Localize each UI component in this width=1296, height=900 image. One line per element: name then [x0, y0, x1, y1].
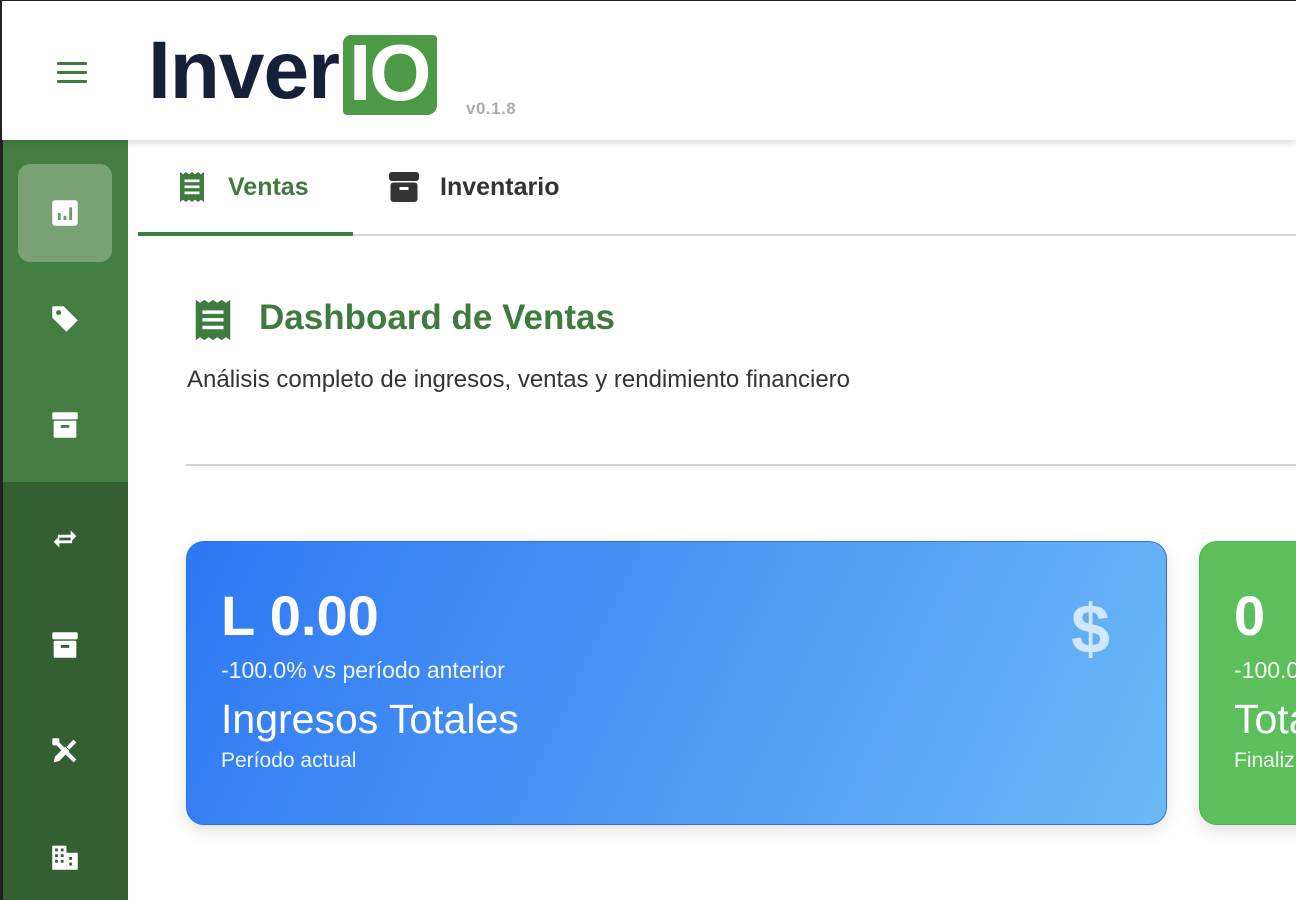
receipt-icon	[180, 172, 204, 202]
stat-delta: -100.0	[1234, 657, 1296, 683]
stat-label: Tota	[1234, 696, 1296, 742]
sidebar-item-dashboard[interactable]	[18, 164, 112, 262]
sidebar-item-inventory[interactable]	[18, 376, 112, 474]
hamburger-menu-icon[interactable]	[54, 59, 90, 87]
tab-ventas[interactable]: Ventas	[138, 140, 353, 236]
tools-icon	[52, 738, 77, 763]
archive-box-icon	[389, 172, 419, 202]
logo-box: IO	[343, 33, 438, 115]
dollar-icon: $	[1071, 590, 1110, 668]
sidebar-item-transfers[interactable]	[18, 490, 112, 588]
stat-note: Período actual	[221, 749, 357, 772]
stat-card-ingresos[interactable]: L 0.00 -100.0% vs período anterior Ingre…	[186, 541, 1167, 825]
tab-inventario[interactable]: Inventario	[386, 140, 616, 234]
archive-box-icon	[52, 412, 78, 438]
stat-note: Finaliz	[1234, 749, 1295, 772]
swap-arrows-icon	[53, 530, 77, 548]
tab-bar: Ventas Inventario	[138, 140, 1296, 236]
top-bar: Inver IO v0.1.8	[0, 0, 1296, 140]
app-logo[interactable]: Inver IO	[148, 25, 438, 117]
page-title: Dashboard de Ventas	[259, 298, 615, 337]
archive-box-icon	[52, 632, 78, 658]
divider	[186, 464, 1296, 466]
stat-value: 0	[1234, 584, 1266, 647]
app-version: v0.1.8	[466, 99, 517, 118]
receipt-icon	[195, 299, 231, 341]
stat-value: L 0.00	[221, 584, 379, 647]
dashboard-chart-icon	[52, 200, 78, 226]
stat-delta: -100.0% vs período anterior	[221, 657, 505, 683]
page-subtitle: Análisis completo de ingresos, ventas y …	[187, 366, 851, 393]
tag-icon	[52, 306, 78, 332]
logo-text: Inver	[148, 25, 340, 116]
building-icon	[52, 845, 78, 870]
stat-label: Ingresos Totales	[221, 696, 519, 742]
sidebar-item-archive[interactable]	[18, 596, 112, 694]
tab-label: Ventas	[228, 172, 309, 201]
sidebar-item-tags[interactable]	[18, 270, 112, 368]
sidebar	[0, 140, 128, 900]
stat-card-ventas[interactable]: 0 -100.0 Tota Finaliz	[1199, 541, 1296, 825]
tab-label: Inventario	[440, 172, 560, 201]
sidebar-item-tools[interactable]	[18, 702, 112, 800]
sidebar-item-company[interactable]	[18, 808, 112, 900]
